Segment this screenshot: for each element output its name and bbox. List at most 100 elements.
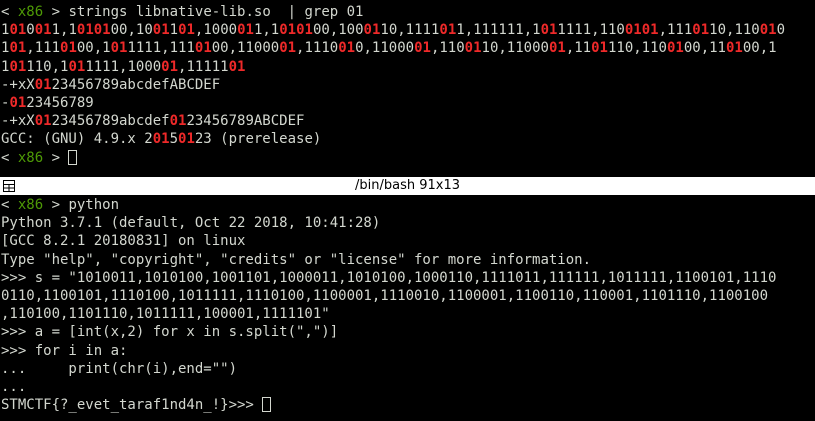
output-text: 00,11 [683,40,726,57]
grep-output-line: -+xX0123456789abcdefABCDEF [0,76,815,94]
grep-match: 01 [93,22,111,39]
grep-match: 01 [439,22,457,39]
output-text: 1,111111,1 [456,22,541,39]
command-text: strings libnative-lib.so | grep 01 [68,4,364,20]
python-input-line: 0110,1100101,1110100,1011111,1110100,110… [1,287,769,304]
prompt-open: < [1,4,18,20]
grep-match: 01 [9,94,27,111]
output-text: 1 [169,22,179,39]
python-prompt: >>> [228,397,263,414]
grep-match: 01 [194,40,212,57]
python-input-line: >>> a = [int(x,2) for x in s.split(",")] [1,324,339,341]
prompt-open: < [1,197,18,213]
grep-match: 01 [279,40,297,57]
output-text: -+xX [1,76,35,93]
grep-match: 01 [9,40,27,57]
grep-match: 01 [169,113,187,130]
grep-output-line: 101110,1011111,100001,1111101 [0,58,815,76]
grep-match: 01 [34,113,52,130]
grep-match: 01 [60,40,77,57]
grep-match: 01 [692,22,710,39]
output-text: 00,100 [312,22,364,39]
output-text: ,1110 [296,40,339,57]
terminal-line-command: < x86 > python [0,196,815,214]
prompt-host: x86 [17,4,44,20]
grep-match: 01 [34,22,52,39]
grep-match: 01 [178,131,195,148]
grep-match: 01 [548,40,566,57]
flag-output: STMCTF{?_evet_taraf1nd4n_!} [1,397,229,414]
output-text: 00,1 [76,40,111,57]
python-input-line: ... print(chr(i),end="") [1,360,238,377]
output-text: 1111,111 [127,40,195,57]
text-cursor[interactable] [68,149,78,165]
output-text: 23 (prerelease) [194,131,322,148]
output-text: 1,1 [51,22,77,39]
output-text: ,11 [565,40,592,57]
output-text: 1111,1000 [85,58,162,75]
prompt-close: > [43,4,69,20]
grep-match: 01 [338,40,356,57]
grep-output-line: -+xX0123456789abcdef0123456789ABCDEF [0,112,815,130]
bottom-terminal-pane[interactable]: < x86 > python Python 3.7.1 (default, Oc… [0,195,815,421]
output-text: 23456789abcdefABCDEF [51,76,221,93]
output-text: 5 [169,131,179,148]
python-input-line: ... [1,378,27,395]
grep-match: 01 [624,22,642,39]
pane-titlebar[interactable]: /bin/bash 91x13 [0,177,815,195]
output-text: ,1000 [194,22,238,39]
output-text: 10,11000 [481,40,549,57]
grep-match: 01 [540,22,558,39]
prompt-host: x86 [17,197,44,213]
output-text: GCC: (GNU) 4.9.x 2 [1,131,153,148]
grep-output-line: 101,1110100,1011111,1110100,1100001,1110… [0,39,815,57]
output-text: 23456789ABCDEF [186,113,305,130]
output-text: 10,110 [709,22,760,39]
python-input-line: >>> s = "1010011,1010100,1001101,1000011… [1,269,777,286]
top-terminal-pane[interactable]: < x86 > strings libnative-lib.so | grep … [0,0,815,176]
python-input-line: >>> for i in a: [1,342,128,359]
output-text: 1111,110 [557,22,625,39]
output-text: 00,10 [110,22,153,39]
python-output-line: [GCC 8.2.1 20180831] on linux [1,233,246,250]
text-cursor[interactable] [262,397,272,413]
python-result-line[interactable]: STMCTF{?_evet_taraf1nd4n_!}>>> [0,396,815,414]
output-text: 23456789abcdef [51,113,170,130]
command-text: python [68,197,120,213]
output-text: ,110 [430,40,465,57]
prompt-open: < [1,149,18,166]
output-text: 00,1 [742,40,777,57]
grep-output-line: GCC: (GNU) 4.9.x 20150123 (prerelease) [0,130,815,148]
terminal-line-prompt[interactable]: < x86 > [0,149,815,167]
grep-match: 01 [161,58,179,75]
output-text: 0,11000 [355,40,415,57]
grep-match: 01 [152,22,170,39]
grep-match: 01 [110,40,128,57]
prompt-host: x86 [17,149,44,166]
output-text: 23456789 [26,94,94,111]
output-text: 10,1111 [380,22,440,39]
prompt-close: > [43,149,69,166]
prompt-close: > [43,197,69,213]
grep-match: 01 [759,22,777,39]
grep-match: 01 [363,22,381,39]
grep-match: 01 [228,58,246,75]
grep-output-line: -0123456789 [0,94,815,112]
output-text: 110,110 [607,40,667,57]
python-output-line: Type "help", "copyright", "credits" or "… [1,251,592,268]
grep-match: 01 [591,40,608,57]
grep-match: 01 [9,58,27,75]
grep-match: 01 [296,22,313,39]
output-text: ,11111 [178,58,229,75]
grep-match: 01 [414,40,431,57]
grep-match: 01 [68,58,86,75]
output-text: 00,11000 [211,40,280,57]
grep-match: 01 [76,22,94,39]
grep-match: 01 [726,40,743,57]
python-output-line: Python 3.7.1 (default, Oct 22 2018, 10:4… [1,215,381,232]
output-text: 0 [776,22,786,39]
output-text: -+xX [1,113,35,130]
grep-match: 01 [666,40,684,57]
output-text: 1,1 [253,22,280,39]
output-text: ,111 [658,22,693,39]
